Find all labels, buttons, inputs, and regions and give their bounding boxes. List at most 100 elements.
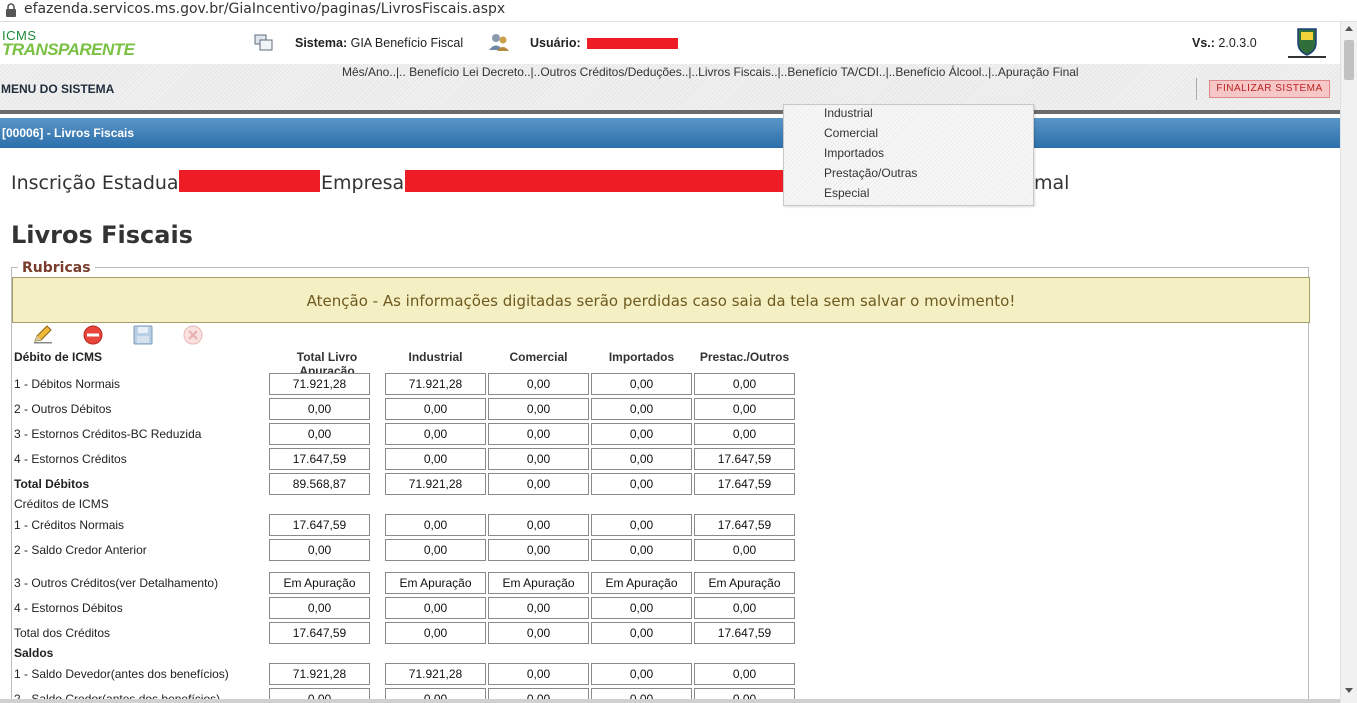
inscricao-label: Inscrição Estadual:	[11, 172, 191, 194]
horizontal-scrollbar[interactable]	[0, 699, 1340, 703]
row-label: 3 - Outros Créditos(ver Detalhamento)	[14, 576, 219, 590]
dropdown-item-industrial[interactable]: Industrial	[824, 106, 873, 120]
table-cell-input[interactable]: 71.921,28	[385, 473, 486, 495]
inscricao-redacted	[179, 170, 320, 192]
dropdown-item-especial[interactable]: Especial	[824, 186, 869, 200]
menu-divider	[1196, 78, 1197, 100]
table-cell-input[interactable]: 0,00	[488, 423, 589, 445]
scroll-up-arrow-icon[interactable]	[1345, 26, 1353, 31]
table-cell-input[interactable]: 0,00	[488, 539, 589, 561]
dropdown-item-prestacao-outras[interactable]: Prestação/Outras	[824, 166, 917, 180]
empresa-redacted	[405, 170, 785, 192]
table-cell-input[interactable]: 71.921,28	[269, 663, 370, 685]
table-cell-input[interactable]: 17.647,59	[269, 622, 370, 644]
table-cell-input[interactable]: 0,00	[591, 473, 692, 495]
table-cell-input[interactable]: 0,00	[488, 373, 589, 395]
browser-url-bar[interactable]: efazenda.servicos.ms.gov.br/GiaIncentivo…	[0, 0, 1357, 22]
table-cell-input[interactable]: 0,00	[591, 622, 692, 644]
table-cell-input[interactable]: 0,00	[488, 597, 589, 619]
col-importados: Importados	[608, 350, 675, 364]
table-cell-input[interactable]: 17.647,59	[694, 448, 795, 470]
table-cell-input[interactable]: 17.647,59	[269, 448, 370, 470]
table-cell-input[interactable]: Em Apuração	[385, 572, 486, 594]
scroll-down-arrow-icon[interactable]	[1345, 688, 1353, 693]
table-cell-input[interactable]: 0,00	[694, 373, 795, 395]
edit-icon[interactable]	[32, 323, 54, 345]
version-value: 2.0.3.0	[1218, 36, 1257, 50]
table-cell-input[interactable]: 0,00	[488, 473, 589, 495]
table-cell-input[interactable]: 0,00	[694, 423, 795, 445]
logo-bottom-text: TRANSPARENTE	[2, 40, 135, 59]
table-cell-input[interactable]: 17.647,59	[694, 514, 795, 536]
usuario-label: Usuário:	[530, 36, 581, 50]
table-cell-input[interactable]: Em Apuração	[488, 572, 589, 594]
menu-links[interactable]: Mês/Ano..|.. Benefício Lei Decreto..|..O…	[342, 65, 1079, 79]
sistema-label-key: Sistema:	[295, 36, 348, 50]
table-cell-input[interactable]: 0,00	[591, 373, 692, 395]
table-cell-input[interactable]: 0,00	[269, 539, 370, 561]
vertical-scrollbar[interactable]	[1340, 22, 1357, 703]
table-cell-input[interactable]: 0,00	[385, 448, 486, 470]
sistema-label: Sistema: GIA Benefício Fiscal	[295, 36, 463, 50]
table-cell-input[interactable]: 0,00	[488, 398, 589, 420]
table-cell-input[interactable]: 0,00	[694, 597, 795, 619]
system-windows-icon	[254, 34, 273, 51]
row-label: 2 - Saldo Credor Anterior	[14, 543, 147, 557]
icms-transparente-logo: ICMS TRANSPARENTE	[2, 28, 142, 60]
table-cell-input[interactable]: 0,00	[269, 597, 370, 619]
cancel-icon[interactable]	[182, 324, 204, 346]
row-label: Total Débitos	[14, 477, 90, 491]
row-label: 1 - Saldo Devedor(antes dos benefícios)	[14, 667, 229, 681]
table-cell-input[interactable]: 0,00	[694, 398, 795, 420]
table-cell-input[interactable]: 0,00	[385, 597, 486, 619]
empresa-label: Empresa:	[321, 172, 411, 194]
table-cell-input[interactable]: 0,00	[591, 597, 692, 619]
url-text[interactable]: efazenda.servicos.ms.gov.br/GiaIncentivo…	[24, 1, 505, 17]
menu-title: MENU DO SISTEMA	[1, 82, 115, 96]
scroll-thumb[interactable]	[1344, 40, 1354, 80]
finalizar-sistema-button[interactable]: FINALIZAR SISTEMA	[1209, 80, 1330, 98]
dropdown-item-comercial[interactable]: Comercial	[824, 126, 878, 140]
table-cell-input[interactable]: 0,00	[591, 448, 692, 470]
remove-icon[interactable]	[82, 324, 104, 346]
table-cell-input[interactable]: 0,00	[591, 514, 692, 536]
table-cell-input[interactable]: 17.647,59	[694, 473, 795, 495]
table-cell-input[interactable]: Em Apuração	[269, 572, 370, 594]
table-cell-input[interactable]: 0,00	[591, 398, 692, 420]
table-cell-input[interactable]: 0,00	[694, 663, 795, 685]
table-cell-input[interactable]: 0,00	[269, 398, 370, 420]
table-cell-input[interactable]: 89.568,87	[269, 473, 370, 495]
table-cell-input[interactable]: 0,00	[488, 514, 589, 536]
breadcrumb: [00006] - Livros Fiscais	[2, 126, 135, 140]
row-label: 1 - Débitos Normais	[14, 377, 121, 391]
table-cell-input[interactable]: 0,00	[591, 423, 692, 445]
table-cell-input[interactable]: 0,00	[385, 398, 486, 420]
creditos-section-label: Créditos de ICMS	[14, 497, 109, 511]
table-cell-input[interactable]: 17.647,59	[694, 622, 795, 644]
dropdown-item-importados[interactable]: Importados	[824, 146, 884, 160]
page-title-bar: [00006] - Livros Fiscais	[0, 118, 1340, 148]
table-cell-input[interactable]: 0,00	[591, 663, 692, 685]
table-cell-input[interactable]: 0,00	[591, 539, 692, 561]
table-cell-input[interactable]: 0,00	[385, 539, 486, 561]
table-cell-input[interactable]: 71.921,28	[269, 373, 370, 395]
row-label: 4 - Estornos Créditos	[14, 452, 127, 466]
usuario-redacted	[587, 38, 678, 49]
table-cell-input[interactable]: 0,00	[269, 423, 370, 445]
table-cell-input[interactable]: 0,00	[488, 448, 589, 470]
col-industrial: Industrial	[408, 350, 463, 364]
table-cell-input[interactable]: 0,00	[385, 423, 486, 445]
table-cell-input[interactable]: Em Apuração	[694, 572, 795, 594]
table-cell-input[interactable]: 0,00	[488, 622, 589, 644]
table-cell-input[interactable]: 0,00	[385, 514, 486, 536]
table-cell-input[interactable]: 71.921,28	[385, 373, 486, 395]
save-icon[interactable]	[132, 324, 154, 346]
row-label: 4 - Estornos Débitos	[14, 601, 123, 615]
table-cell-input[interactable]: 17.647,59	[269, 514, 370, 536]
table-cell-input[interactable]: 0,00	[385, 622, 486, 644]
table-cell-input[interactable]: 0,00	[694, 539, 795, 561]
regime-tail-text: mal	[1034, 172, 1070, 194]
table-cell-input[interactable]: 71.921,28	[385, 663, 486, 685]
table-cell-input[interactable]: 0,00	[488, 663, 589, 685]
table-cell-input[interactable]: Em Apuração	[591, 572, 692, 594]
